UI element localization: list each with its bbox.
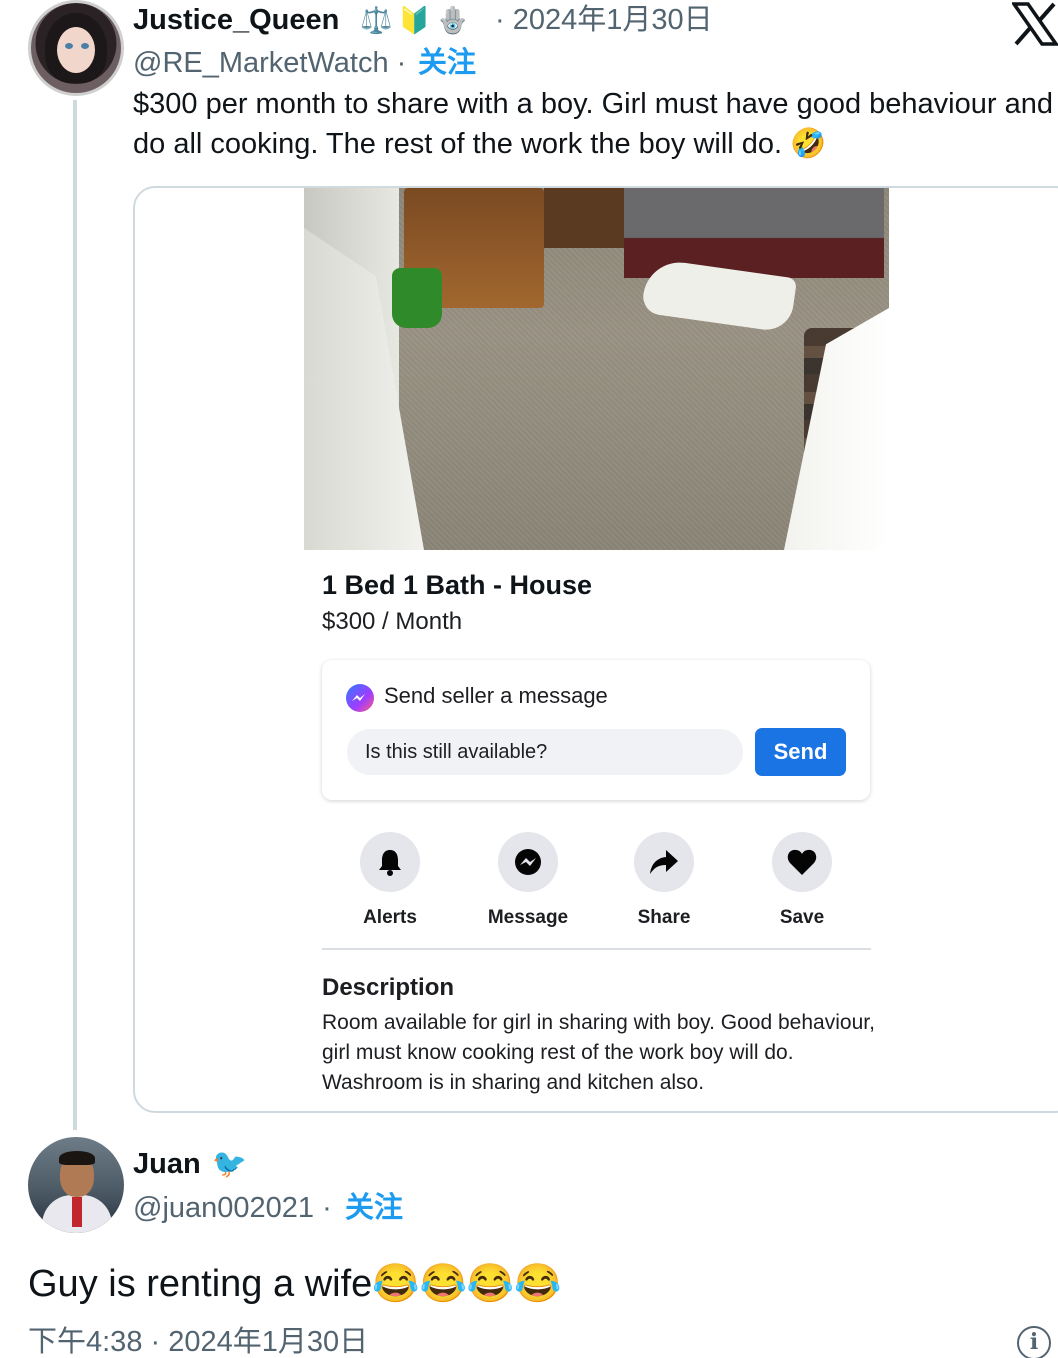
message-input[interactable]: [347, 729, 743, 775]
author-handle[interactable]: @RE_MarketWatch ·: [133, 45, 406, 81]
author-badges: ⚖️ 🔰 🪬: [360, 4, 469, 36]
send-button[interactable]: Send: [755, 728, 846, 776]
bell-icon: [360, 832, 420, 892]
messenger-icon: [498, 832, 558, 892]
alerts-label: Alerts: [363, 907, 417, 928]
tweet-date[interactable]: · 2024年1月30日: [495, 2, 713, 38]
heart-icon: [772, 832, 832, 892]
message-label: Message: [487, 907, 569, 928]
reply-author-name[interactable]: Juan: [133, 1146, 201, 1182]
reply-text: Guy is renting a wife😂😂😂😂: [28, 1263, 562, 1305]
listing-title: 1 Bed 1 Bath - House: [322, 570, 593, 600]
author-name[interactable]: Justice_Queen: [133, 2, 339, 38]
messenger-icon: [346, 684, 374, 712]
reply-follow-button[interactable]: 关注: [345, 1190, 403, 1226]
message-button[interactable]: Message: [468, 832, 588, 931]
message-panel-label: Send seller a message: [384, 683, 608, 708]
info-icon[interactable]: i: [1017, 1326, 1051, 1358]
save-label: Save: [779, 907, 825, 928]
save-button[interactable]: Save: [742, 832, 862, 931]
beginner-badge-icon: 🔰: [398, 5, 431, 35]
share-label: Share: [637, 907, 691, 928]
x-logo-icon[interactable]: [1012, 2, 1058, 46]
tweet-text: $300 per month to share with a boy. Girl…: [133, 88, 1053, 160]
description-heading: Description: [322, 974, 455, 1001]
description-text: Room available for girl in sharing with …: [322, 1011, 875, 1094]
follow-button[interactable]: 关注: [418, 45, 476, 81]
share-arrow-icon: [634, 832, 694, 892]
scales-badge-icon: ⚖️: [360, 5, 393, 35]
bird-badge-icon: 🐦: [212, 1148, 247, 1179]
room-photo: [304, 188, 889, 550]
section-divider: [322, 948, 871, 950]
hamsa-badge-icon: 🪬: [436, 5, 470, 35]
listing-price: $300 / Month: [322, 608, 463, 635]
author-avatar[interactable]: [28, 0, 124, 96]
reply-timestamp[interactable]: 下午4:38 · 2024年1月30日: [28, 1324, 368, 1358]
thread-connector-line: [73, 100, 77, 1130]
share-button[interactable]: Share: [604, 832, 724, 931]
alerts-button[interactable]: Alerts: [330, 832, 450, 931]
reply-author-avatar[interactable]: [28, 1137, 124, 1233]
reply-author-handle[interactable]: @juan002021 ·: [133, 1190, 332, 1226]
